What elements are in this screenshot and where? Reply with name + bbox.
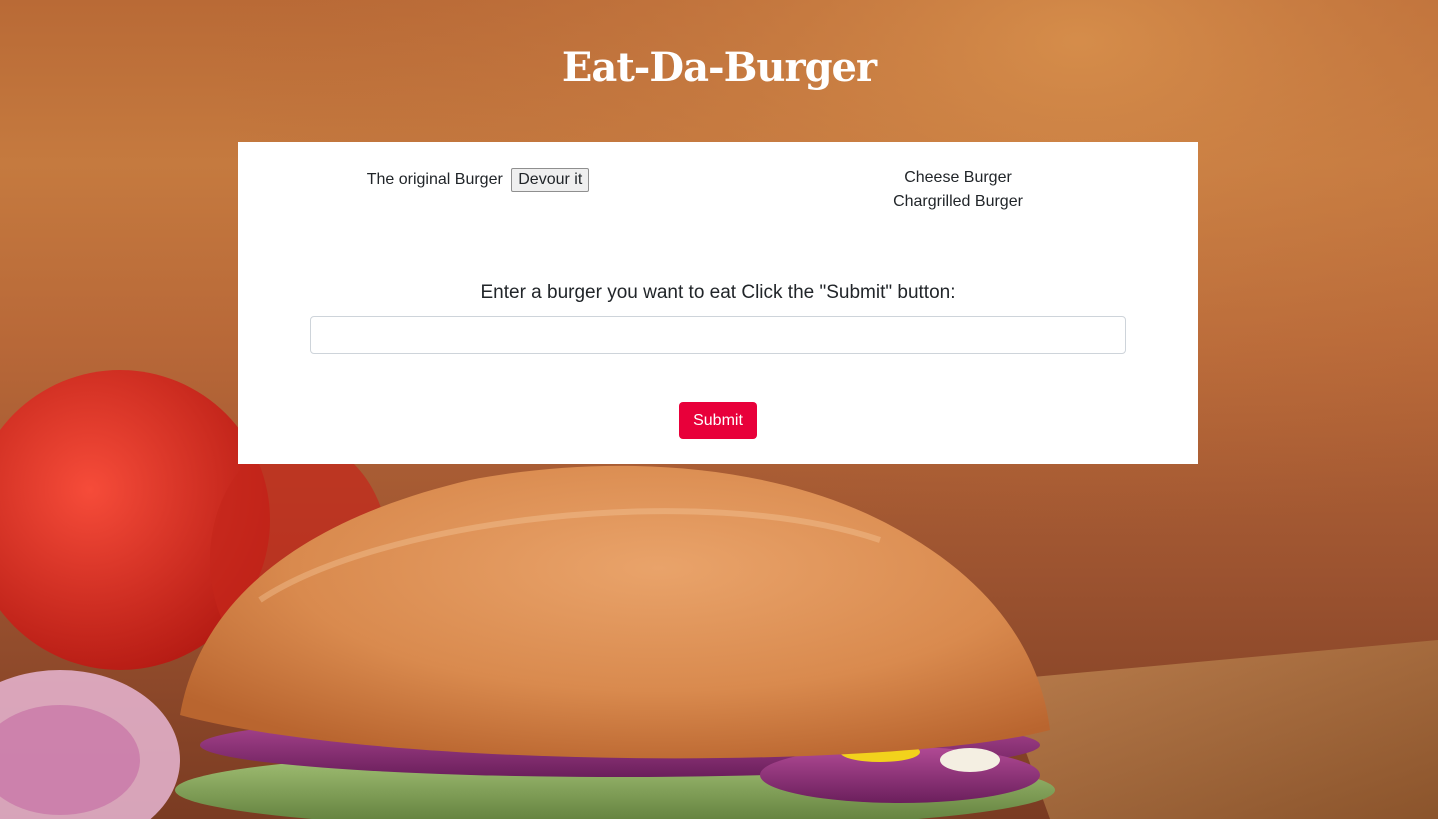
burger-form-label: Enter a burger you want to eat Click the… xyxy=(480,282,956,303)
uneaten-burger-list: The original Burger Devour it xyxy=(238,166,718,194)
devour-button[interactable]: Devour it xyxy=(511,167,590,192)
page-title: Eat-Da-Burger xyxy=(561,44,877,91)
list-item: Chargrilled Burger xyxy=(893,193,1023,210)
burger-panel: The original Burger Devour it Cheese Bur… xyxy=(238,142,1198,464)
list-item: Cheese Burger xyxy=(904,169,1012,186)
burger-name-input[interactable] xyxy=(310,316,1126,354)
burger-name: The original Burger xyxy=(366,171,503,188)
list-item: The original Burger Devour it xyxy=(238,166,718,194)
submit-button[interactable]: Submit xyxy=(679,402,757,439)
devoured-burger-list: Cheese Burger Chargrilled Burger xyxy=(718,166,1198,214)
